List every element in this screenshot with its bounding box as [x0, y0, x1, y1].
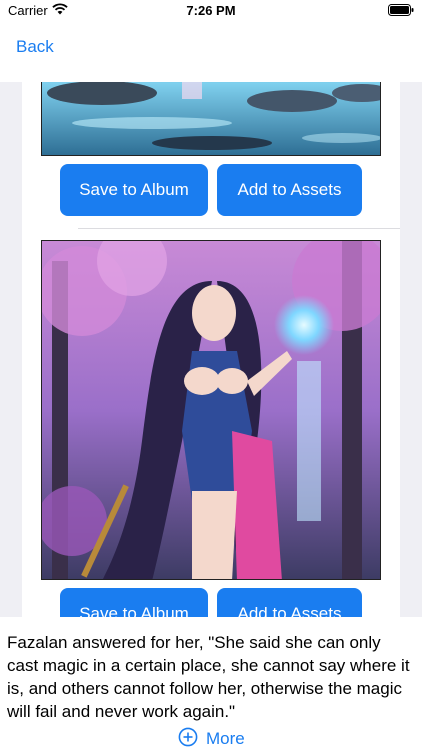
battery-icon — [388, 4, 414, 19]
plus-circle-icon — [178, 727, 198, 752]
story-panel: Fazalan answered for her, "She said she … — [0, 617, 422, 750]
add-to-assets-button[interactable]: Add to Assets — [217, 588, 362, 617]
fantasy-sorceress-image — [41, 240, 381, 580]
story-text: Fazalan answered for her, "She said she … — [7, 633, 410, 721]
back-button[interactable]: Back — [16, 37, 54, 57]
status-bar: Carrier 7:26 PM — [0, 0, 422, 22]
divider — [78, 228, 400, 229]
save-to-album-button[interactable]: Save to Album — [60, 164, 208, 216]
navigation-bar: Back — [0, 22, 422, 82]
add-to-assets-button[interactable]: Add to Assets — [217, 164, 362, 216]
more-button[interactable]: More — [178, 727, 245, 751]
results-card: Save to Album Add to Assets Save to Albu… — [22, 82, 400, 617]
more-label: More — [206, 729, 245, 748]
save-to-album-button[interactable]: Save to Album — [60, 588, 208, 617]
lake-scene-image — [41, 82, 381, 156]
clock: 7:26 PM — [186, 3, 236, 18]
results-scroll-view[interactable]: Save to Album Add to Assets Save to Albu… — [0, 82, 422, 617]
